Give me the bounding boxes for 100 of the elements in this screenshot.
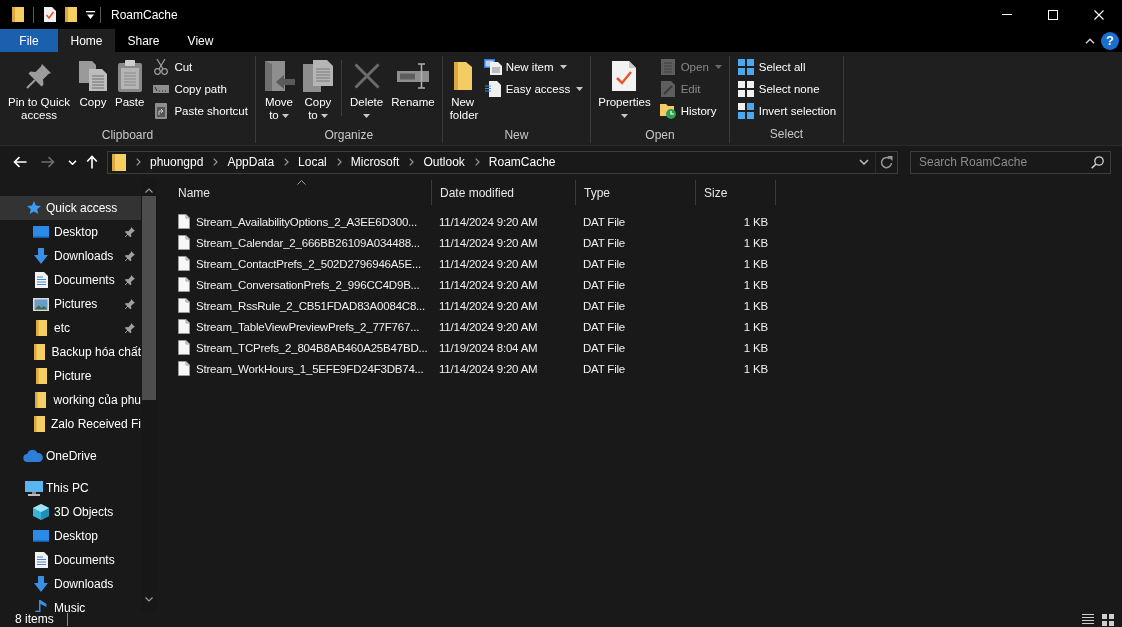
chevron-up-icon[interactable] xyxy=(1085,37,1095,44)
new-item-button[interactable]: New item xyxy=(481,56,586,78)
nav-item[interactable]: Downloads xyxy=(0,244,141,268)
x-icon xyxy=(353,63,380,89)
file-row[interactable]: Stream_WorkHours_1_5EFE9FD24F3DB74... 11/14/2024 9:20 AM DAT File 1 KB xyxy=(170,358,1122,379)
nav-item[interactable]: 3D Objects xyxy=(0,500,141,524)
nav-item[interactable]: OneDrive xyxy=(0,444,141,468)
breadcrumb[interactable]: RoamCache xyxy=(488,155,556,169)
file-row[interactable]: Stream_ContactPrefs_2_502D2796946A5E... 11/14/2024 9:20 AM DAT File 1 KB xyxy=(170,253,1122,274)
nav-item[interactable]: working của phu xyxy=(0,388,141,412)
date-modified: 11/14/2024 9:20 AM xyxy=(438,299,539,312)
cube-icon xyxy=(33,504,49,520)
move-to-button[interactable]: Move to xyxy=(258,56,299,127)
copy-to-button[interactable]: Copy to xyxy=(298,56,337,127)
file-size: 1 KB xyxy=(742,257,769,270)
nav-item[interactable]: Backup hóa chất xyxy=(0,340,141,364)
file-row[interactable]: Stream_RssRule_2_CB51FDAD83A0084C8... 11/14/2024 9:20 AM DAT File 1 KB xyxy=(170,295,1122,316)
chevron-right-icon[interactable] xyxy=(336,158,342,166)
breadcrumb[interactable]: AppData xyxy=(227,155,275,169)
ribbon-tab[interactable]: Home xyxy=(58,29,115,52)
file-type: DAT File xyxy=(582,341,627,354)
cut-button[interactable]: Cut xyxy=(150,56,250,78)
date-modified: 11/14/2024 9:20 AM xyxy=(438,320,539,333)
nav-item[interactable]: Documents xyxy=(0,268,141,292)
properties-icon[interactable] xyxy=(44,7,56,22)
chevron-right-icon[interactable] xyxy=(284,158,290,166)
nav-item[interactable]: Zalo Received Fi xyxy=(0,412,141,436)
file-row[interactable]: Stream_Calendar_2_666BB26109A034488... 11/14/2024 9:20 AM DAT File 1 KB xyxy=(170,232,1122,253)
nav-item[interactable]: etc xyxy=(0,316,141,340)
select-none-button[interactable]: Select none xyxy=(734,78,839,100)
pin-to-quick-access-button[interactable]: Pin to Quick access xyxy=(3,56,75,127)
chevron-right-icon[interactable] xyxy=(213,158,219,166)
copy-button[interactable]: Copy xyxy=(75,56,111,127)
new-folder-button[interactable]: New folder xyxy=(445,56,480,127)
copy-path-button[interactable]: Copy path xyxy=(150,78,250,100)
chevron-right-icon[interactable] xyxy=(136,158,141,166)
ribbon-tab[interactable]: View xyxy=(172,29,229,52)
nav-item[interactable]: This PC xyxy=(0,476,141,500)
file-type: DAT File xyxy=(582,362,627,375)
rename-icon xyxy=(396,63,429,89)
column-header[interactable]: Date modified xyxy=(432,180,576,205)
dropdown-icon[interactable] xyxy=(86,10,95,19)
invert-selection-button[interactable]: Invert selection xyxy=(734,100,839,122)
file-size: 1 KB xyxy=(742,320,769,333)
scroll-up-icon[interactable] xyxy=(145,188,153,193)
nav-item[interactable]: Desktop xyxy=(0,220,141,244)
history-button[interactable]: History xyxy=(656,100,724,122)
file-row[interactable]: Stream_TCPrefs_2_804B8AB460A25B47BD... 11/19/2024 8:04 AM DAT File 1 KB xyxy=(170,337,1122,358)
file-name: Stream_WorkHours_1_5EFE9FD24F3DB74... xyxy=(196,362,424,375)
details-view-icon[interactable] xyxy=(1082,614,1094,625)
column-header[interactable]: Size xyxy=(696,180,776,205)
scroll-thumb[interactable] xyxy=(142,196,156,400)
document-icon xyxy=(660,59,675,75)
file-type: DAT File xyxy=(582,320,627,333)
refresh-icon[interactable] xyxy=(880,155,893,169)
chevron-right-icon[interactable] xyxy=(474,158,480,166)
nav-item[interactable]: Pictures xyxy=(0,292,141,316)
chevron-right-icon[interactable] xyxy=(409,158,415,166)
check-document-icon xyxy=(612,61,637,91)
column-header[interactable]: Type xyxy=(576,180,696,205)
file-menu-tab[interactable]: File xyxy=(0,29,58,52)
ribbon-tab[interactable]: Share xyxy=(115,29,172,52)
file-row[interactable]: Stream_ConversationPrefs_2_996CC4D9B... 11/14/2024 9:20 AM DAT File 1 KB xyxy=(170,274,1122,295)
maximize-icon[interactable] xyxy=(1048,9,1058,20)
date-modified: 11/14/2024 9:20 AM xyxy=(438,362,539,375)
file-name: Stream_TableViewPreviewPrefs_2_77F767... xyxy=(196,320,420,333)
search-icon[interactable] xyxy=(1091,155,1104,169)
file-row[interactable]: Stream_AvailabilityOptions_2_A3EE6D300... 11/14/2024 9:20 AM DAT File 1 KB xyxy=(170,211,1122,232)
nav-item[interactable]: Picture xyxy=(0,364,141,388)
properties-button[interactable]: Properties xyxy=(594,56,655,127)
rename-button[interactable]: Rename xyxy=(387,56,439,127)
close-icon[interactable] xyxy=(1094,9,1104,20)
breadcrumb[interactable]: Microsoft xyxy=(350,155,400,169)
select-all-button[interactable]: Select all xyxy=(734,56,839,78)
breadcrumb[interactable]: Local xyxy=(298,155,327,169)
paste-shortcut-button[interactable]: Paste shortcut xyxy=(150,100,250,122)
large-icons-view-icon[interactable] xyxy=(1102,613,1114,626)
address-bar[interactable]: phuongpd AppData Local Microsoft Outlook RoamCache xyxy=(107,150,898,174)
paste-button[interactable]: Paste xyxy=(111,56,149,127)
desktop-icon xyxy=(33,226,49,238)
folder-icon xyxy=(35,368,47,384)
column-header[interactable]: Name xyxy=(170,180,432,205)
nav-item[interactable]: Music xyxy=(0,596,141,612)
nav-item[interactable]: Quick access xyxy=(0,196,141,220)
breadcrumb[interactable]: Outlook xyxy=(423,155,465,169)
delete-button[interactable]: Delete xyxy=(345,56,388,127)
nav-item[interactable]: Desktop xyxy=(0,524,141,548)
search-field[interactable]: Search RoamCache xyxy=(910,150,1111,174)
nav-item[interactable]: Documents xyxy=(0,548,141,572)
up-arrow-icon[interactable] xyxy=(86,155,98,169)
file-row[interactable]: Stream_TableViewPreviewPrefs_2_77F767... 11/14/2024 9:20 AM DAT File 1 KB xyxy=(170,316,1122,337)
file-icon xyxy=(178,319,190,334)
nav-item[interactable]: Downloads xyxy=(0,572,141,596)
picture-icon xyxy=(33,297,49,311)
breadcrumb[interactable]: phuongpd xyxy=(150,155,204,169)
chevron-down-icon[interactable] xyxy=(859,159,869,165)
easy-access-button[interactable]: Easy access xyxy=(481,78,586,100)
help-button[interactable]: ? xyxy=(1101,31,1119,50)
back-arrow-icon[interactable] xyxy=(13,156,27,168)
scroll-down-icon[interactable] xyxy=(145,597,153,602)
